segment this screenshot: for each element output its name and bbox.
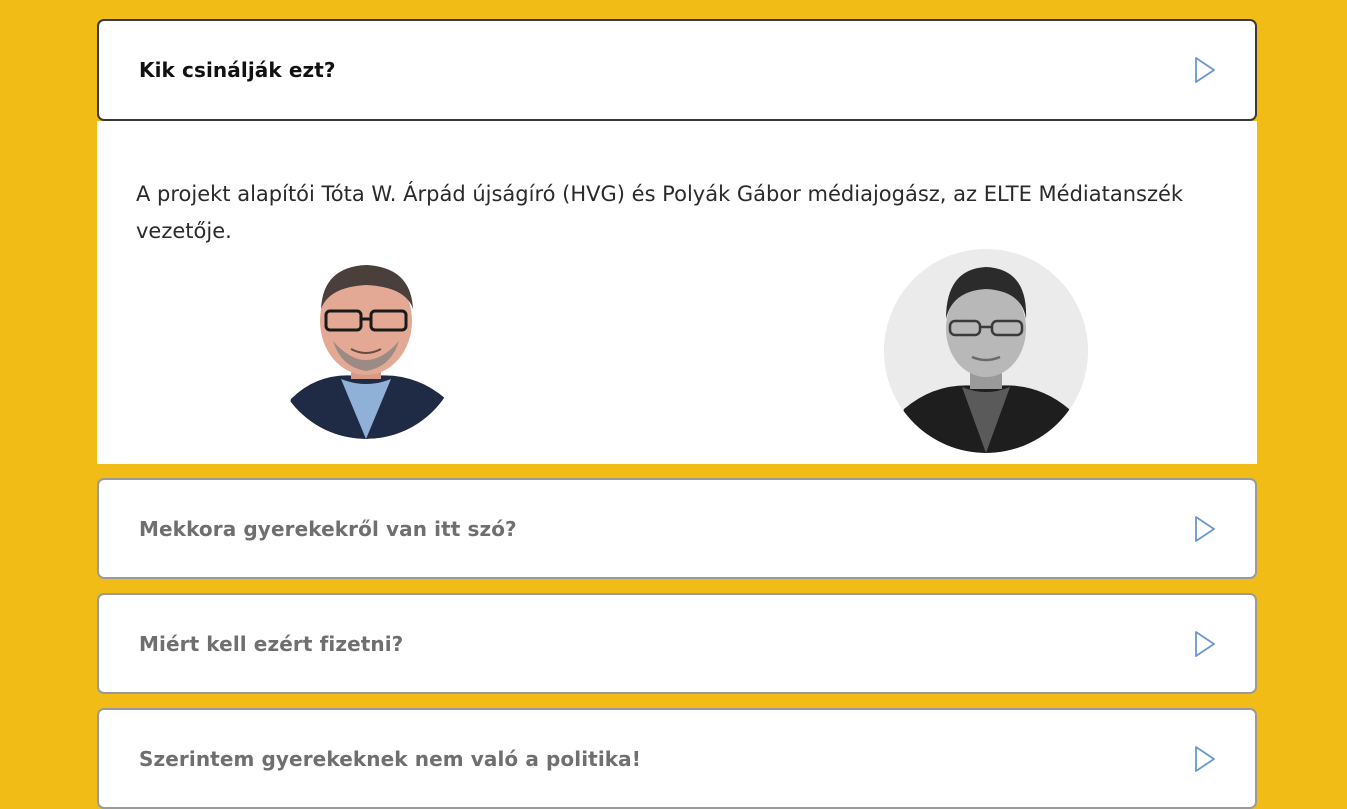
play-outline-icon [1195, 57, 1215, 83]
faq-item-header[interactable]: Mekkora gyerekekről van itt szó? [97, 478, 1257, 579]
faq-question: Miért kell ezért fizetni? [139, 631, 404, 656]
faq-item-header[interactable]: Szerintem gyerekeknek nem való a politik… [97, 708, 1257, 809]
faq-item-header[interactable]: Miért kell ezért fizetni? [97, 593, 1257, 694]
founder-portrait-left [271, 249, 461, 439]
play-outline-icon [1195, 745, 1215, 772]
faq-question: Mekkora gyerekekről van itt szó? [139, 516, 517, 541]
faq-item-open-header[interactable]: Kik csinálják ezt? [97, 19, 1257, 121]
play-outline-icon [1195, 630, 1215, 657]
faq-question: Szerintem gyerekeknek nem való a politik… [139, 746, 641, 771]
faq-list: Kik csinálják ezt? A projekt alapítói Tó… [97, 19, 1257, 809]
faq-answer-panel: A projekt alapítói Tóta W. Árpád újságír… [97, 121, 1257, 464]
faq-question: Kik csinálják ezt? [139, 58, 336, 82]
founder-portrait-right [884, 249, 1088, 453]
faq-answer-text: A projekt alapítói Tóta W. Árpád újságír… [136, 182, 1184, 243]
play-outline-icon [1195, 515, 1215, 542]
